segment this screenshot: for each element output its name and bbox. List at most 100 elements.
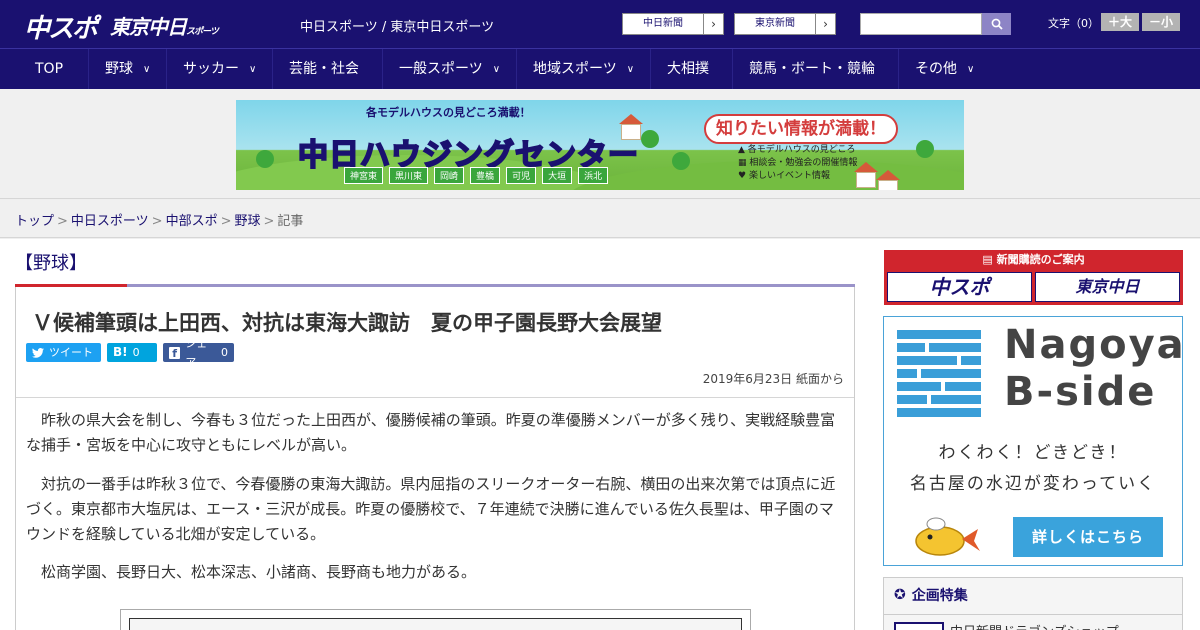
nav-divider [88, 49, 89, 90]
nav-divider [898, 49, 899, 90]
search-button[interactable] [982, 13, 1011, 35]
special-features-box: ✪ 企画特集 中日新聞ドラゴンズショップ [883, 577, 1183, 630]
chuspo-logo[interactable]: 中スポ [24, 8, 98, 45]
banner-point-text: 楽しいイベント情報 [748, 171, 830, 181]
house-icon [856, 172, 876, 188]
tokyo-chunichi-logo[interactable]: 東京中日スポーツ [110, 11, 219, 40]
chunichi-shimbun-label: 中日新聞 [643, 18, 683, 29]
chevron-right-icon: › [815, 14, 835, 34]
dragons-shop-thumbnail[interactable] [894, 622, 944, 630]
tokyo-chunichi-subscribe-logo[interactable]: 東京中日 [1035, 272, 1180, 302]
nav-item-soccer[interactable]: サッカー ∨ [183, 49, 256, 90]
nagoya-bside-ad[interactable]: Nagoya B-side わくわく！どきどき！ 名古屋の水辺が変わっていく 詳… [883, 316, 1186, 566]
article-image [120, 609, 751, 630]
brick-icon [897, 369, 917, 378]
font-larger-button[interactable]: ＋大 [1101, 13, 1139, 31]
breadcrumb-link-top[interactable]: トップ [15, 214, 54, 229]
banner-point-text: 各モデルハウスの見どころ [747, 145, 856, 155]
heart-icon: ♥ [738, 171, 749, 181]
banner-point: ♥ 楽しいイベント情報 [738, 170, 857, 183]
nav-item-local-sports[interactable]: 地域スポーツ ∨ [533, 49, 634, 90]
fried-shrimp-mascot-icon [915, 517, 980, 556]
brick-icon [931, 395, 981, 404]
nav-label: 競馬・ボート・競輪 [749, 61, 875, 77]
house-icon [878, 180, 898, 190]
article-date: 2019年6月23日 紙面から [702, 372, 844, 386]
breadcrumb-separator: > [220, 214, 232, 229]
banner-city: 黒川東 [389, 167, 429, 184]
facebook-icon: f [169, 346, 181, 360]
special-features-title: 企画特集 [911, 588, 968, 604]
header-divider [16, 397, 854, 398]
hatena-bookmark-button[interactable]: B! 0 [107, 343, 157, 362]
banner-city: 可児 [506, 167, 537, 184]
nav-item-racing[interactable]: 競馬・ボート・競輪 [749, 49, 875, 90]
font-smaller-button[interactable]: －小 [1142, 13, 1180, 31]
tokyo-shimbun-link[interactable]: 東京新聞 › [734, 13, 836, 35]
facebook-share-count: 0 [221, 346, 228, 359]
breadcrumb: トップ > 中日スポーツ > 中部スポ > 野球 > 記事 [15, 210, 303, 229]
search-icon [991, 18, 1003, 30]
article-paragraph: 昨秋の県大会を制し、今春も３位だった上田西が、優勝候補の筆頭。昨夏の準優勝メンバ… [26, 411, 836, 454]
breadcrumb-bar: トップ > 中日スポーツ > 中部スポ > 野球 > 記事 [0, 200, 1200, 238]
nav-item-baseball[interactable]: 野球 ∨ [105, 49, 150, 90]
chunichi-shimbun-link[interactable]: 中日新聞 › [622, 13, 724, 35]
bside-title-nagoya: Nagoya [1004, 322, 1186, 368]
tree-icon [672, 152, 690, 170]
facebook-share-button[interactable]: f シェア 0 [163, 337, 234, 369]
chuspo-subscribe-logo[interactable]: 中スポ [887, 272, 1032, 302]
nav-item-entertainment[interactable]: 芸能・社会 [289, 49, 359, 90]
breadcrumb-link-chunichi-sports[interactable]: 中日スポーツ [71, 214, 149, 229]
calendar-icon: ▦ [738, 158, 750, 168]
tweet-label: ツイート [49, 346, 93, 359]
banner-point-text: 相談会・勉強会の開催情報 [749, 158, 858, 168]
housing-center-banner[interactable]: 各モデルハウスの見どころ満載！ 中日ハウジングセンター 神宮東 黒川東 岡崎 豊… [236, 100, 964, 190]
breadcrumb-link-baseball[interactable]: 野球 [235, 214, 261, 229]
breadcrumb-current: 記事 [277, 214, 304, 229]
banner-city: 豊橋 [470, 167, 501, 184]
nav-item-other[interactable]: その他 ∨ [915, 49, 974, 90]
nav-label: 地域スポーツ [533, 61, 617, 77]
special-features-header: ✪ 企画特集 [894, 585, 968, 605]
banner-speech-bubble: 知りたい情報が満載！ [704, 114, 898, 144]
subscription-box[interactable]: ▤ 新聞購読のご案内 中スポ 東京中日 [884, 250, 1183, 305]
article-image-content [129, 618, 742, 630]
twitter-bird-icon [32, 347, 44, 358]
main-nav: TOP 野球 ∨ サッカー ∨ 芸能・社会 一般スポーツ ∨ 地域スポーツ ∨ 大相撲 … [0, 48, 1200, 90]
nav-item-top[interactable]: TOP [35, 49, 63, 90]
breadcrumb-link-chubu-sports[interactable]: 中部スポ [166, 214, 218, 229]
banner-city: 浜北 [578, 167, 609, 184]
article-category: 【野球】 [15, 253, 87, 274]
nav-item-sumo[interactable]: 大相撲 [667, 49, 709, 90]
subscription-title: ▤ 新聞購読のご案内 [884, 251, 1183, 267]
nav-divider [166, 49, 167, 90]
search-input[interactable] [860, 13, 982, 35]
banner-subtitle: 各モデルハウスの見どころ満載！ [366, 106, 531, 119]
nav-label: 大相撲 [667, 61, 709, 77]
chevron-down-icon: ∨ [249, 64, 257, 75]
tree-icon [641, 130, 659, 148]
tokyo-logo-text: 東京中日 [110, 15, 187, 39]
tweet-button[interactable]: ツイート [26, 343, 101, 362]
chevron-right-icon: › [703, 14, 723, 34]
bside-tagline-1: わくわく！どきどき！ [938, 443, 1128, 463]
site-names: 中日スポーツ / 東京中日スポーツ [300, 20, 495, 35]
nav-label: その他 [915, 61, 957, 77]
bside-details-button[interactable]: 詳しくはこちら [1013, 517, 1163, 557]
subscription-title-text: 新聞購読のご案内 [996, 253, 1085, 266]
banner-city: 大垣 [542, 167, 573, 184]
tokyo-shimbun-label: 東京新聞 [755, 18, 795, 29]
banner-point: ▲ 各モデルハウスの見どころ [738, 144, 857, 157]
house-roof [619, 114, 643, 124]
chevron-down-icon: ∨ [492, 64, 501, 75]
font-size-label: 文字（0） [1048, 17, 1099, 30]
nav-label: 野球 [105, 61, 133, 77]
nav-divider [382, 49, 383, 90]
facebook-share-label: シェア [185, 336, 208, 369]
chevron-down-icon: ∨ [143, 64, 151, 75]
special-feature-link[interactable]: 中日新聞ドラゴンズショップ [950, 621, 1119, 630]
ribbon-icon: ✪ [894, 587, 906, 603]
nav-item-general-sports[interactable]: 一般スポーツ ∨ [399, 49, 500, 90]
brick-icon [945, 382, 981, 391]
bside-tagline-2: 名古屋の水辺が変わっていく [909, 474, 1157, 494]
